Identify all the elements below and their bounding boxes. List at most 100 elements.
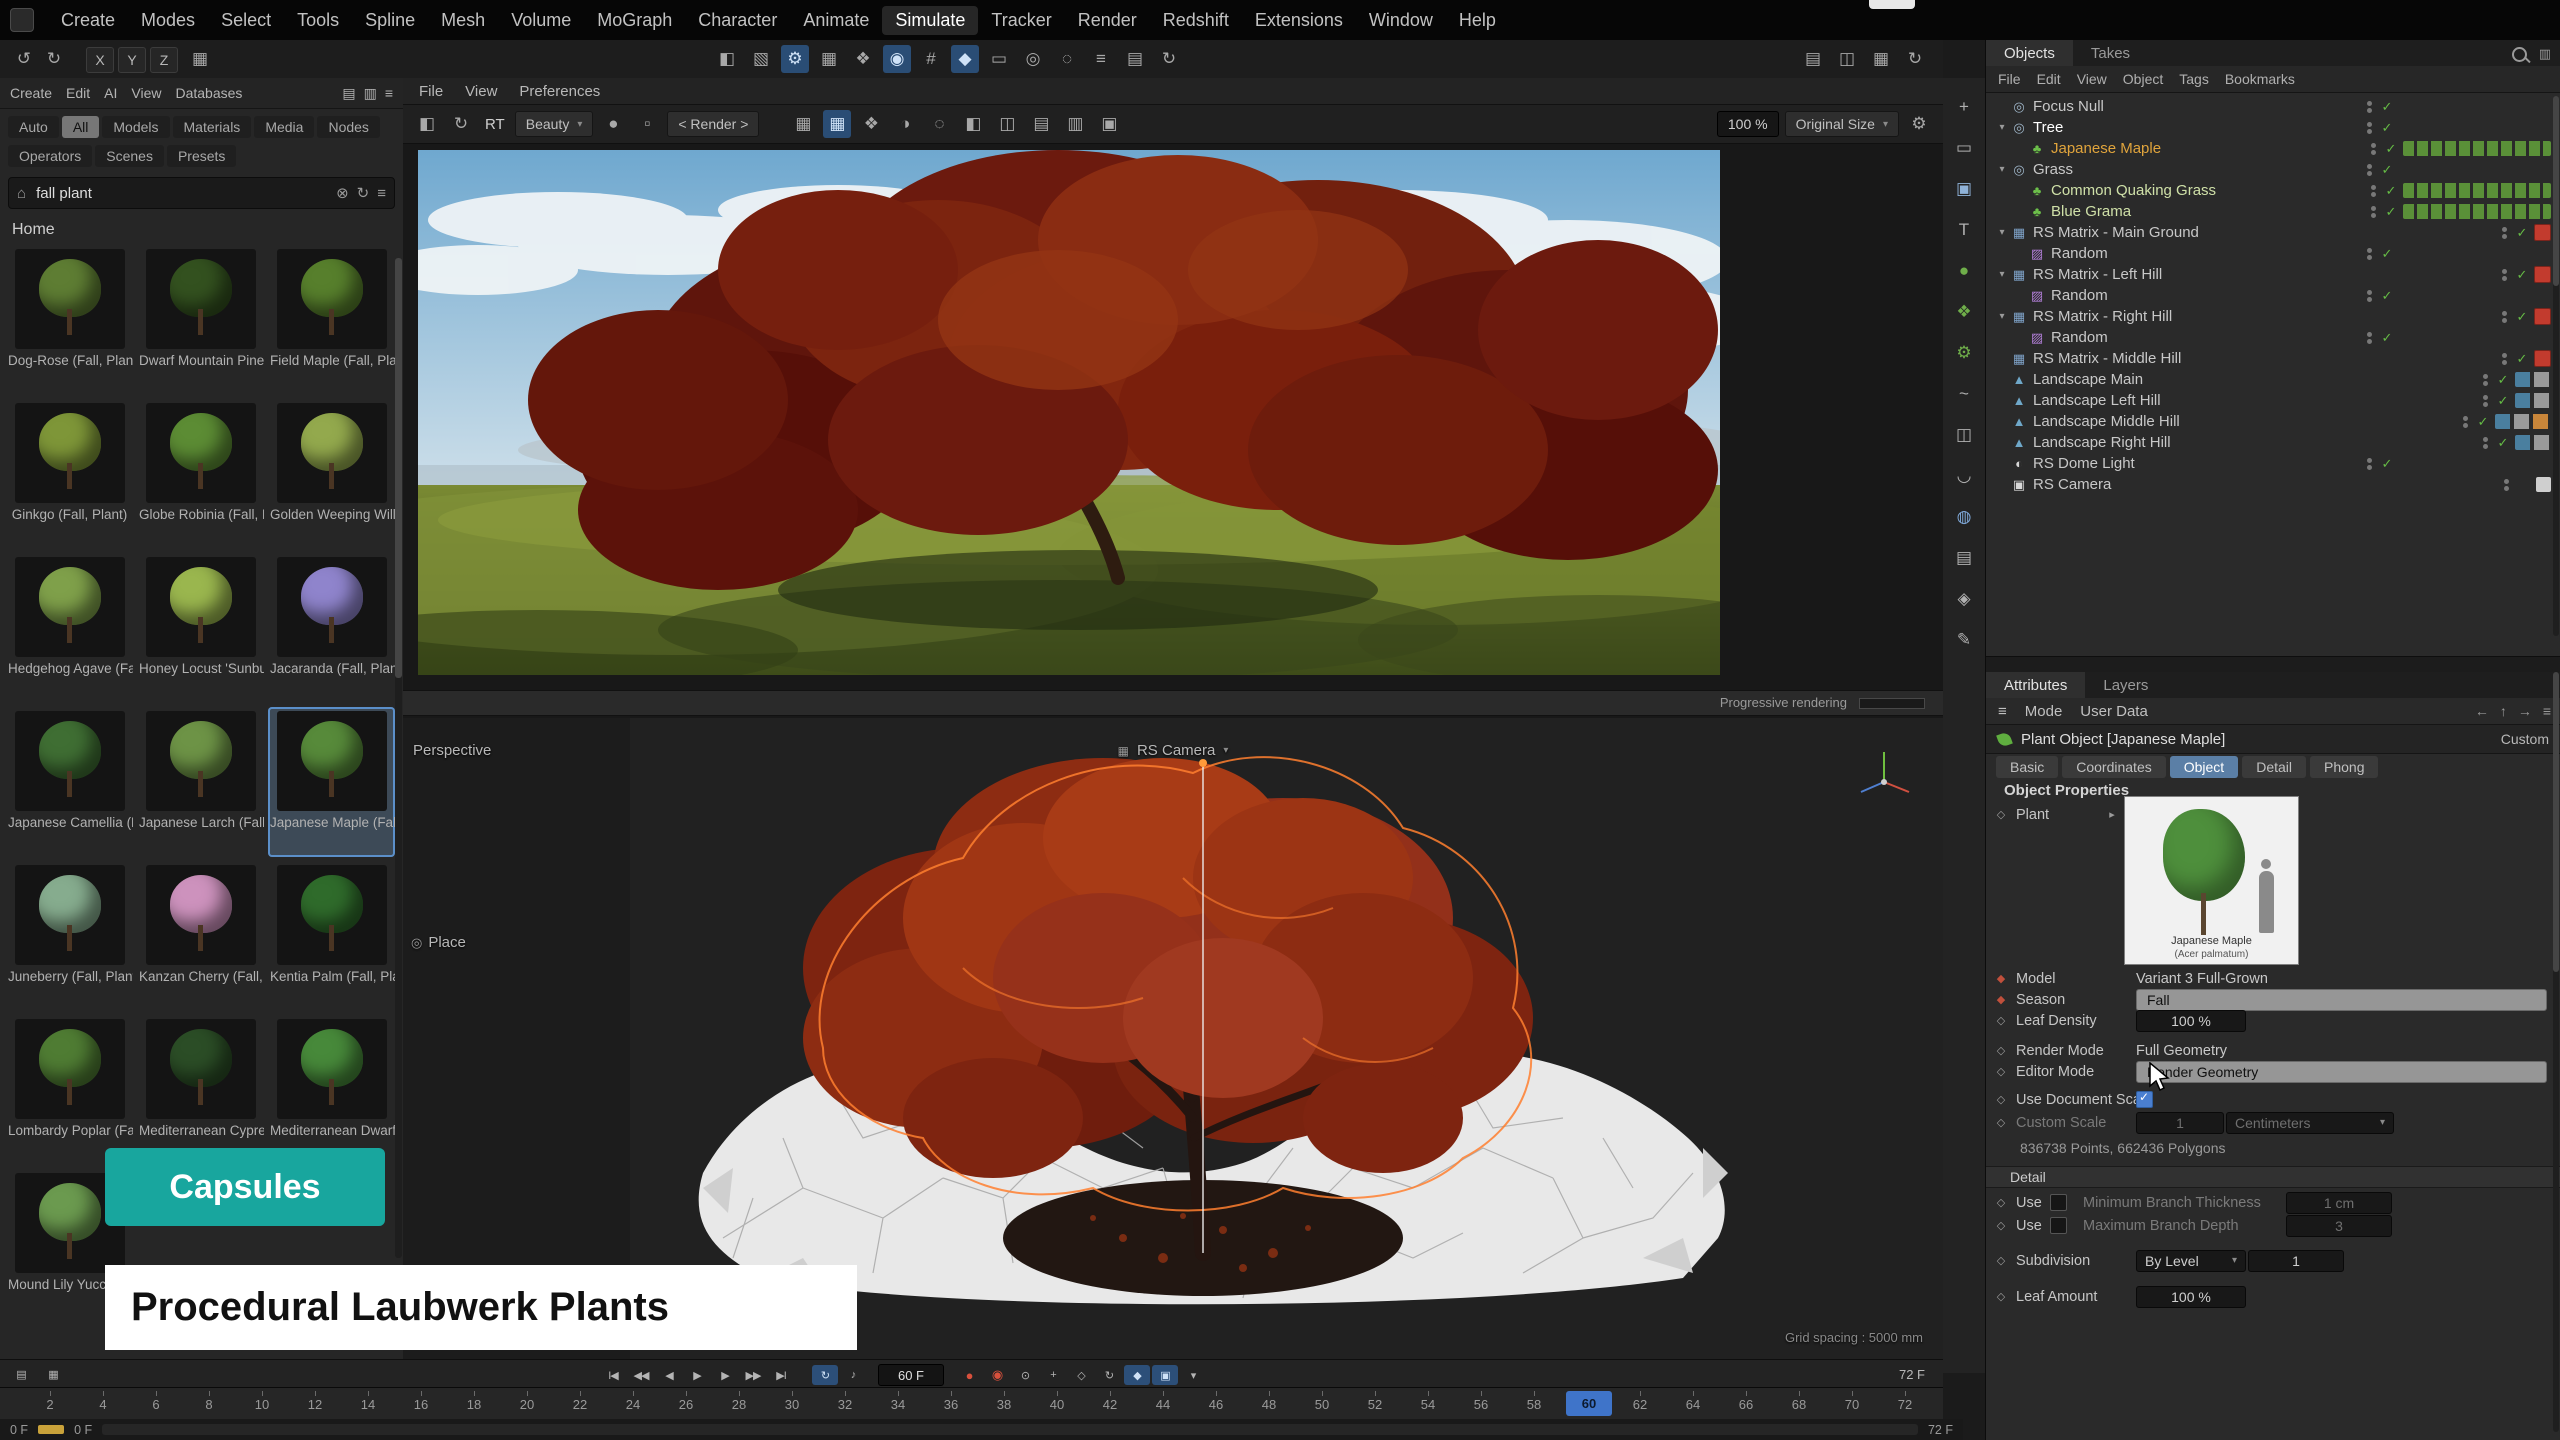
object-label[interactable]: Landscape Left Hill	[2033, 392, 2479, 409]
asset-card[interactable]: Juneberry (Fall, Plant)	[6, 861, 133, 1011]
perspective-viewport[interactable]: Perspective ▦ RS Camera ▾ ◎ Place Grid s…	[403, 718, 1943, 1359]
visibility-dots[interactable]	[2363, 456, 2377, 472]
keyframe-diamond-icon[interactable]: ◇	[1986, 1014, 2016, 1027]
editor-mode-dropdown[interactable]: Render Geometry	[2136, 1061, 2547, 1083]
keyframe-diamond-icon[interactable]: ◇	[1986, 808, 2016, 821]
enabled-check-icon[interactable]: ✓	[2377, 456, 2397, 472]
render-viewport[interactable]	[418, 150, 1720, 675]
filter-icon[interactable]: ▥	[2539, 46, 2551, 62]
starburst-icon[interactable]: ❖	[857, 110, 885, 138]
object-row[interactable]: ♣ Blue Grama ✓	[1986, 201, 2551, 222]
snap-icon[interactable]: ◆	[951, 45, 979, 73]
keyframe-diamond-icon[interactable]: ◇	[1986, 1116, 2016, 1129]
axis-tool-icon[interactable]: +	[1949, 92, 1979, 122]
thumbnail-view-icon[interactable]: ▤	[342, 85, 355, 102]
sphere-menu-icon[interactable]: ◑	[891, 110, 919, 138]
object-label[interactable]: Focus Null	[2033, 98, 2363, 115]
object-row[interactable]: ▲ Landscape Main ✓	[1986, 369, 2551, 390]
asset-card[interactable]: Golden Weeping Willo...	[268, 399, 395, 549]
menu-item[interactable]: Select	[208, 6, 284, 35]
filter-tab[interactable]: Materials	[173, 116, 252, 138]
perspective-label[interactable]: Perspective	[413, 742, 491, 759]
breadcrumb[interactable]: Home	[0, 213, 403, 245]
enabled-check-icon[interactable]: ✓	[2377, 99, 2397, 115]
visibility-dots[interactable]	[2498, 225, 2512, 241]
category-tab[interactable]: Presets	[167, 145, 236, 167]
interactive-render-icon[interactable]: ▦	[815, 45, 843, 73]
spline-tool-icon[interactable]: ~	[1949, 379, 1979, 409]
menu-item[interactable]: MoGraph	[584, 6, 685, 35]
crosshair-icon[interactable]: ◌	[925, 110, 953, 138]
attribute-tab[interactable]: Object	[2170, 756, 2238, 778]
object-row[interactable]: ▾ ▦ RS Matrix - Right Hill ✓	[1986, 306, 2551, 327]
simulation-icon[interactable]: ◉	[883, 45, 911, 73]
object-manager-scrollbar[interactable]	[2553, 96, 2559, 636]
object-label[interactable]: Landscape Right Hill	[2033, 434, 2479, 451]
object-label[interactable]: Japanese Maple	[2051, 140, 2367, 157]
panel-menu-icon[interactable]: ≡	[2543, 703, 2551, 719]
object-tags[interactable]	[2534, 266, 2551, 283]
panel-tab[interactable]: Objects	[1986, 40, 2073, 66]
autokey-button[interactable]: ◉	[984, 1365, 1010, 1385]
asset-card[interactable]: Hedgehog Agave (Fall...	[6, 553, 133, 703]
viewport-menu-item[interactable]: Preferences	[519, 83, 600, 100]
pen-tool-icon[interactable]: ✎	[1949, 625, 1979, 655]
asset-browser-menu-item[interactable]: Edit	[66, 85, 90, 101]
search-icon[interactable]	[2512, 47, 2527, 62]
previous-key-button[interactable]: ◀◀	[628, 1365, 654, 1385]
visibility-dots[interactable]	[2367, 204, 2381, 220]
render-to-picture-viewer-icon[interactable]: ▧	[747, 45, 775, 73]
restart-render-icon[interactable]: ↻	[447, 110, 475, 138]
object-label[interactable]: RS Camera	[2033, 476, 2500, 493]
keyframe-diamond-icon[interactable]: ◇	[1986, 1044, 2016, 1057]
object-label[interactable]: RS Dome Light	[2033, 455, 2363, 472]
viewport-menu-item[interactable]: File	[419, 83, 443, 100]
copy-tool-icon[interactable]: ◫	[1949, 420, 1979, 450]
object-row[interactable]: ▾ ◎ Grass ✓	[1986, 159, 2551, 180]
object-label[interactable]: Grass	[2033, 161, 2363, 178]
menu-item[interactable]: Animate	[790, 6, 882, 35]
region-render-icon[interactable]: ▫	[633, 110, 661, 138]
menu-item[interactable]: Modes	[128, 6, 208, 35]
menu-item[interactable]: Redshift	[1150, 6, 1242, 35]
object-tags[interactable]	[2534, 224, 2551, 241]
timeline-layout-icon[interactable]: ▦	[40, 1364, 66, 1384]
object-tags[interactable]	[2495, 414, 2551, 429]
playhead[interactable]: 60	[1566, 1391, 1612, 1416]
render-target-dropdown[interactable]: < Render >	[667, 111, 759, 137]
asset-card[interactable]: Dwarf Mountain Pine (...	[137, 245, 264, 395]
enabled-check-icon[interactable]: ✓	[2512, 309, 2532, 325]
range-track[interactable]	[102, 1424, 1918, 1435]
visibility-dots[interactable]	[2367, 141, 2381, 157]
compare-ab-icon[interactable]: ◧	[413, 110, 441, 138]
object-tags[interactable]	[2399, 330, 2551, 345]
magnet-tool-icon[interactable]: ◡	[1949, 461, 1979, 491]
object-manager-menu-item[interactable]: Bookmarks	[2225, 71, 2295, 87]
refresh-icon[interactable]: ↻	[357, 184, 370, 202]
detail-view-icon[interactable]: ▥	[364, 85, 377, 102]
attribute-tab[interactable]: Phong	[2310, 756, 2378, 778]
filter-tab[interactable]: Auto	[8, 116, 59, 138]
coord-system-icon[interactable]: ▦	[186, 45, 214, 73]
filter-tab[interactable]: Media	[254, 116, 314, 138]
asset-card[interactable]: Ginkgo (Fall, Plant)	[6, 399, 133, 549]
history-icon[interactable]: ↻	[1155, 45, 1183, 73]
layout-quad-icon[interactable]: ▦	[1867, 45, 1895, 73]
filter-tab[interactable]: Models	[102, 116, 169, 138]
enabled-check-icon[interactable]: ✓	[2381, 141, 2401, 157]
visibility-dots[interactable]	[2500, 477, 2514, 493]
expand-arrow-icon[interactable]: ▾	[1994, 311, 2010, 322]
browser-menu-icon[interactable]: ≡	[385, 85, 393, 102]
up-arrow-icon[interactable]: ↑	[2500, 703, 2507, 719]
next-frame-button[interactable]: ▶	[712, 1365, 738, 1385]
snapshot-a-icon[interactable]: ▤	[1027, 110, 1055, 138]
expand-arrow-icon[interactable]: ▾	[1994, 269, 2010, 280]
sphere-sim-icon[interactable]: ●	[1949, 256, 1979, 286]
object-tags[interactable]	[2399, 162, 2551, 177]
object-tags[interactable]	[2399, 120, 2551, 135]
grid-overlay-icon[interactable]: ▦	[823, 110, 851, 138]
object-manager-menu-item[interactable]: Edit	[2037, 71, 2061, 87]
axis-gizmo[interactable]	[1849, 740, 1919, 810]
object-row[interactable]: ▣ RS Camera	[1986, 474, 2551, 495]
asset-card[interactable]: Honey Locust 'Sunbur...	[137, 553, 264, 703]
